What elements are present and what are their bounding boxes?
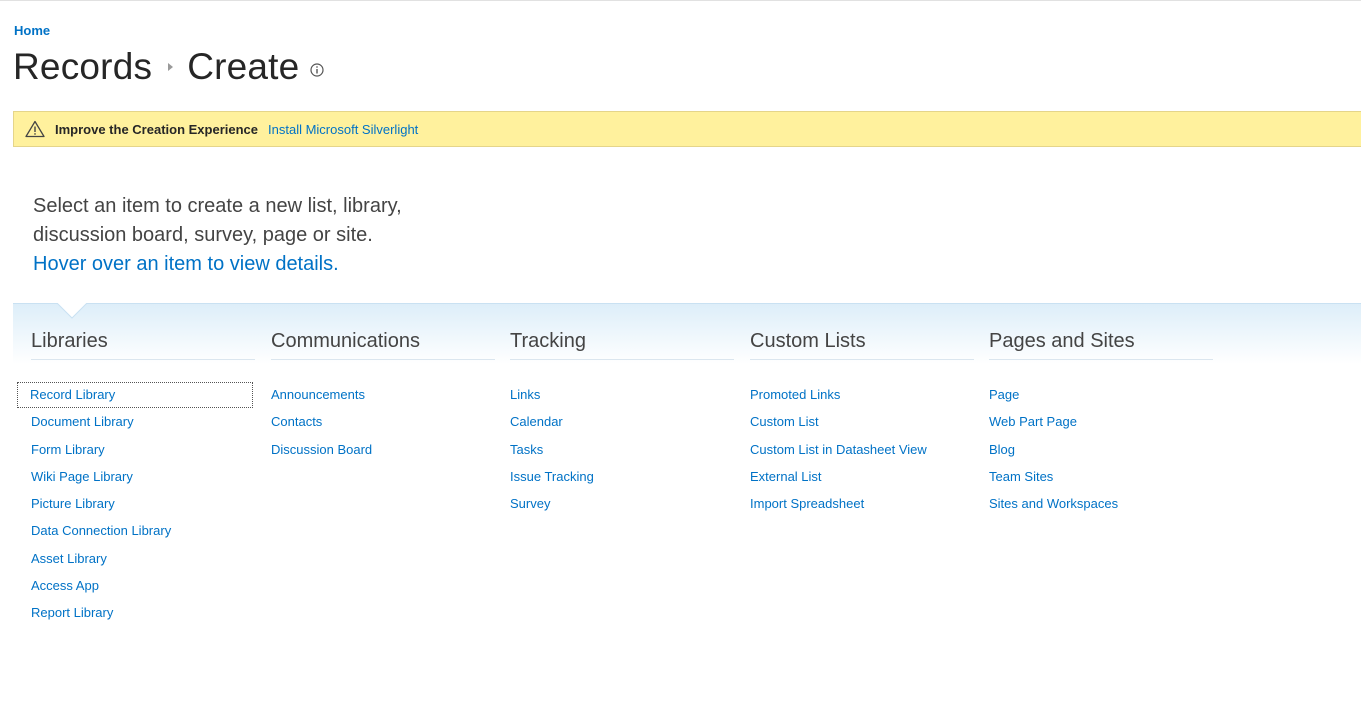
discussion-board-link[interactable]: Discussion Board [271, 438, 372, 462]
list-item[interactable]: Team Sites [989, 465, 1213, 492]
intro-hover-hint: Hover over an item to view details. [33, 253, 339, 275]
report-library-link[interactable]: Report Library [31, 601, 113, 625]
page-title: Records Create [13, 44, 325, 90]
list-item[interactable]: Document Library [31, 410, 255, 437]
list-item[interactable]: Calendar [510, 410, 734, 437]
intro-line-1: Select an item to create a new list, lib… [33, 195, 402, 217]
import-spreadsheet-link[interactable]: Import Spreadsheet [750, 492, 864, 516]
list-item[interactable]: Discussion Board [271, 438, 495, 465]
list-item[interactable]: Picture Library [31, 492, 255, 519]
top-border [0, 0, 1361, 1]
list-item[interactable]: Promoted Links [750, 383, 974, 410]
list-item[interactable]: Access App [31, 574, 255, 601]
tasks-link[interactable]: Tasks [510, 438, 543, 462]
notification-bar: Improve the Creation Experience Install … [13, 111, 1361, 147]
form-library-link[interactable]: Form Library [31, 438, 105, 462]
document-library-link[interactable]: Document Library [31, 410, 134, 434]
wiki-page-library-link[interactable]: Wiki Page Library [31, 465, 133, 489]
list-item[interactable]: Issue Tracking [510, 465, 734, 492]
blog-link[interactable]: Blog [989, 438, 1015, 462]
column-heading: Libraries [31, 330, 255, 360]
list-item[interactable]: Import Spreadsheet [750, 492, 974, 519]
column-heading: Custom Lists [750, 330, 974, 360]
list-item[interactable]: Sites and Workspaces [989, 492, 1213, 519]
record-library-link[interactable]: Record Library [17, 382, 253, 408]
list-item[interactable]: Asset Library [31, 547, 255, 574]
list-item[interactable]: Data Connection Library [31, 519, 255, 546]
list-item[interactable]: Report Library [31, 601, 255, 628]
issue-tracking-link[interactable]: Issue Tracking [510, 465, 594, 489]
data-connection-library-link[interactable]: Data Connection Library [31, 519, 171, 543]
info-icon[interactable] [310, 63, 325, 77]
column-custom-lists: Custom Lists Promoted Links Custom List … [750, 330, 974, 519]
picture-library-link[interactable]: Picture Library [31, 492, 115, 516]
survey-link[interactable]: Survey [510, 492, 550, 516]
list-item[interactable]: Form Library [31, 438, 255, 465]
list-item[interactable]: Blog [989, 438, 1213, 465]
custom-list-datasheet-link[interactable]: Custom List in Datasheet View [750, 438, 927, 462]
list-item[interactable]: Web Part Page [989, 410, 1213, 437]
custom-list-link[interactable]: Custom List [750, 410, 819, 434]
breadcrumb-arrow-icon [168, 63, 174, 71]
list-item[interactable]: Survey [510, 492, 734, 519]
list-item[interactable]: External List [750, 465, 974, 492]
list-item[interactable]: Custom List [750, 410, 974, 437]
contacts-link[interactable]: Contacts [271, 410, 322, 434]
promoted-links-link[interactable]: Promoted Links [750, 383, 840, 407]
page-link[interactable]: Page [989, 383, 1019, 407]
list-item[interactable]: Record Library [17, 382, 255, 410]
announcements-link[interactable]: Announcements [271, 383, 365, 407]
list-item[interactable]: Links [510, 383, 734, 410]
external-list-link[interactable]: External List [750, 465, 822, 489]
column-libraries: Libraries Record Library Document Librar… [17, 330, 255, 629]
access-app-link[interactable]: Access App [31, 574, 99, 598]
warning-icon [25, 120, 45, 138]
title-records-link[interactable]: Records [13, 46, 152, 88]
list-item[interactable]: Contacts [271, 410, 495, 437]
sites-and-workspaces-link[interactable]: Sites and Workspaces [989, 492, 1118, 516]
list-item[interactable]: Wiki Page Library [31, 465, 255, 492]
web-part-page-link[interactable]: Web Part Page [989, 410, 1077, 434]
intro-text: Select an item to create a new list, lib… [33, 192, 453, 279]
column-heading: Tracking [510, 330, 734, 360]
panel-notch [57, 303, 87, 319]
title-create: Create [187, 46, 300, 87]
column-heading: Communications [271, 330, 495, 360]
breadcrumb-home-link[interactable]: Home [14, 23, 50, 38]
intro-line-2: discussion board, survey, page or site. [33, 224, 373, 246]
column-heading: Pages and Sites [989, 330, 1213, 360]
list-item[interactable]: Announcements [271, 383, 495, 410]
team-sites-link[interactable]: Team Sites [989, 465, 1053, 489]
links-link[interactable]: Links [510, 383, 540, 407]
notification-message: Improve the Creation Experience [55, 121, 259, 137]
column-pages-and-sites: Pages and Sites Page Web Part Page Blog … [989, 330, 1213, 519]
asset-library-link[interactable]: Asset Library [31, 547, 107, 571]
install-silverlight-link[interactable]: Install Microsoft Silverlight [268, 122, 418, 137]
list-item[interactable]: Custom List in Datasheet View [750, 438, 974, 465]
list-item[interactable]: Page [989, 383, 1213, 410]
calendar-link[interactable]: Calendar [510, 410, 563, 434]
list-item[interactable]: Tasks [510, 438, 734, 465]
column-tracking: Tracking Links Calendar Tasks Issue Trac… [510, 330, 734, 519]
column-communications: Communications Announcements Contacts Di… [271, 330, 495, 465]
